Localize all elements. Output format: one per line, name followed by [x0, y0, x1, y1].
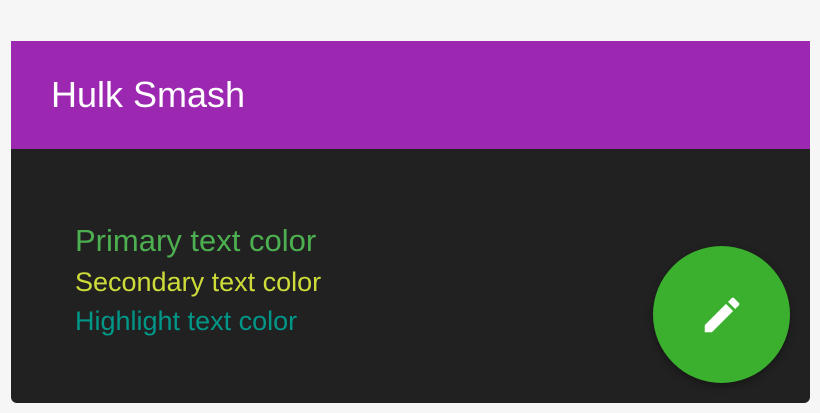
app-bar-title: Hulk Smash	[51, 74, 246, 115]
edit-fab-button[interactable]	[653, 246, 790, 383]
pencil-icon	[704, 297, 739, 332]
theme-preview-card: Hulk Smash Primary text color Secondary …	[11, 41, 810, 403]
secondary-text-sample: Secondary text color	[75, 267, 322, 297]
primary-text-sample: Primary text color	[75, 223, 317, 258]
app-bar: Hulk Smash	[11, 41, 810, 149]
highlight-text-sample: Highlight text color	[75, 306, 298, 336]
